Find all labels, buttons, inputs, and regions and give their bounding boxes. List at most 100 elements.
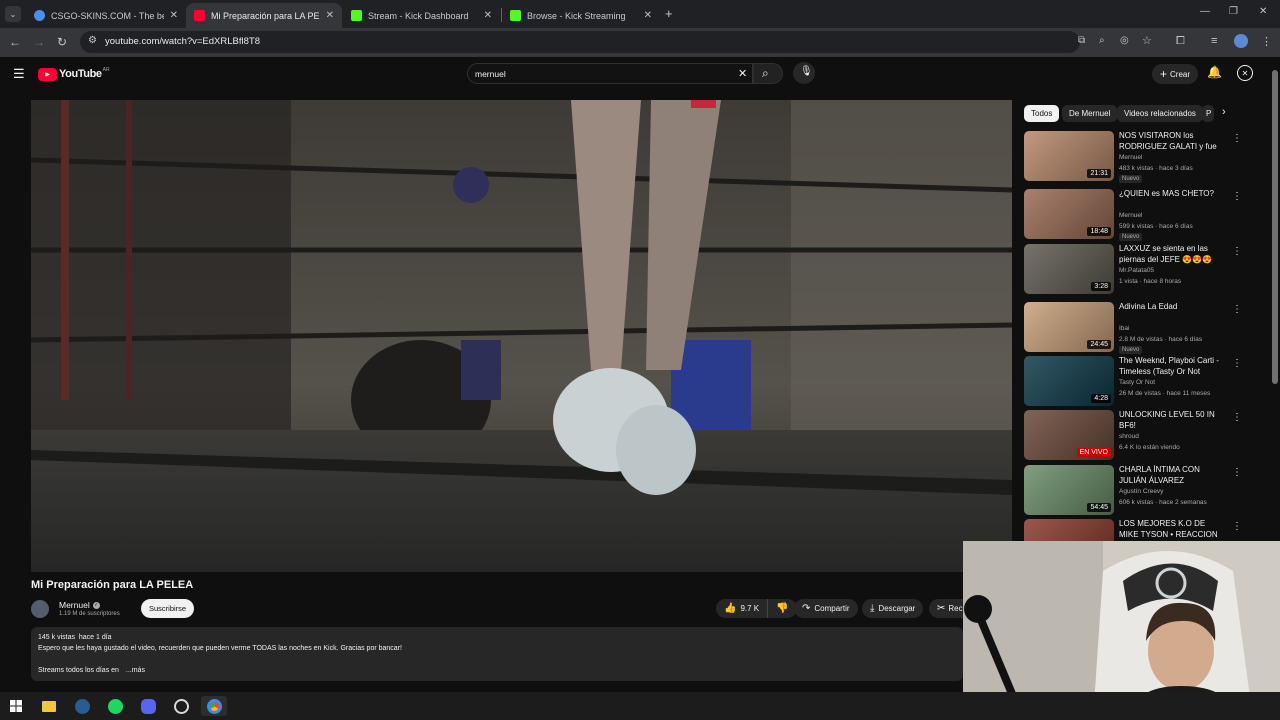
forward-arrow-icon[interactable]: → — [33, 35, 45, 49]
close-icon[interactable]: ✕ — [170, 10, 178, 21]
recommendation-channel[interactable]: Mernuel — [1119, 154, 1142, 161]
site-info-icon[interactable]: ⚙ — [88, 35, 97, 46]
recommendation-item[interactable]: 21:31 NOS VISITARON los RODRIGUEZ GALATI … — [1024, 131, 1264, 183]
notifications-bell-icon[interactable]: 🔔 — [1207, 65, 1222, 79]
spotify-icon[interactable] — [105, 696, 125, 716]
recommendation-channel[interactable]: Ibai — [1119, 325, 1129, 332]
chevron-right-icon[interactable]: › — [1222, 106, 1226, 118]
install-app-icon[interactable]: ⧉ — [1078, 35, 1085, 46]
close-icon[interactable]: ✕ — [484, 10, 492, 21]
browser-tab-4[interactable]: Browse - Kick Streaming ✕ — [502, 3, 660, 28]
recommendation-thumbnail[interactable]: EN VIVO — [1024, 410, 1114, 460]
voice-search-button[interactable]: 🎙 — [793, 62, 815, 84]
recommendation-channel[interactable]: Mernuel — [1119, 212, 1142, 219]
chrome-icon[interactable] — [201, 696, 227, 716]
close-icon[interactable]: ✕ — [326, 10, 334, 21]
extensions-icon[interactable]: ⧠ — [1176, 35, 1185, 48]
search-input[interactable]: mernuel ✕ — [467, 63, 753, 84]
chip-todos[interactable]: Todos — [1024, 105, 1060, 122]
verified-check-icon: ✓ — [92, 601, 100, 609]
recommendation-thumbnail[interactable]: 3:28 — [1024, 244, 1114, 294]
hamburger-menu-icon[interactable]: ☰ — [13, 66, 25, 82]
recommendation-channel[interactable]: Tasty Or Not — [1119, 379, 1155, 386]
chip-videos-relacionados[interactable]: Videos relacionados — [1117, 105, 1203, 122]
minimize-icon[interactable]: — — [1200, 6, 1210, 17]
page-scrollbar-thumb[interactable] — [1272, 70, 1278, 384]
recommendation-title[interactable]: UNLOCKING LEVEL 50 IN BF6! — [1119, 410, 1219, 431]
recommendation-thumbnail[interactable]: 4:28 — [1024, 356, 1114, 406]
close-icon[interactable]: ✕ — [644, 10, 652, 21]
browser-tab-2[interactable]: Mi Preparación para LA PELEA ✕ — [186, 3, 342, 28]
more-options-icon[interactable]: ⋮ — [1232, 133, 1242, 144]
reload-icon[interactable]: ↻ — [57, 35, 67, 49]
logo-text: YouTube — [59, 68, 102, 80]
chip-de-mernuel[interactable]: De Mernuel — [1062, 105, 1118, 122]
more-options-icon[interactable]: ⋮ — [1232, 521, 1242, 532]
account-avatar[interactable]: ✕ — [1237, 65, 1253, 81]
recommendation-item[interactable]: 54:45 CHARLA ÍNTIMA CON JULIÁN ÁLVAREZ Agu… — [1024, 465, 1264, 517]
clear-search-icon[interactable]: ✕ — [738, 67, 747, 80]
browser-tab-3[interactable]: Stream - Kick Dashboard ✕ — [343, 3, 500, 28]
more-options-icon[interactable]: ⋮ — [1232, 246, 1242, 257]
profile-avatar[interactable] — [1234, 34, 1248, 48]
windows-start-icon[interactable] — [6, 696, 26, 716]
eye-off-icon[interactable]: ◎ — [1120, 35, 1129, 46]
more-options-icon[interactable]: ⋮ — [1232, 467, 1242, 478]
more-options-icon[interactable]: ⋮ — [1232, 412, 1242, 423]
subscribe-button[interactable]: Suscribirse — [141, 599, 195, 618]
recommendation-item[interactable]: 24:45 Adivina La Edad Ibai 2.8 M de vistas … — [1024, 302, 1264, 354]
dislike-button[interactable]: 👎 — [768, 599, 796, 618]
restore-icon[interactable]: ❐ — [1229, 6, 1238, 17]
create-button[interactable]: + Crear — [1152, 64, 1199, 84]
recommendation-item[interactable]: 3:28 LAXXUZ se sienta en las piernas del … — [1024, 244, 1264, 296]
recommendation-title[interactable]: NOS VISITARON los RODRIGUEZ GALATI y fue… — [1119, 131, 1219, 152]
clip-button[interactable]: ✂ Rec — [929, 599, 963, 618]
new-tab-button[interactable]: + — [665, 6, 673, 21]
back-arrow-icon[interactable]: ← — [9, 35, 21, 49]
plus-icon: + — [1160, 67, 1168, 81]
recommendation-thumbnail[interactable]: 54:45 — [1024, 465, 1114, 515]
discord-icon[interactable] — [138, 696, 158, 716]
address-bar[interactable]: ⚙ youtube.com/watch?v=EdXRLBfl8T8 ⧉ ⌕ ◎ … — [80, 31, 1152, 53]
url-text: youtube.com/watch?v=EdXRLBfl8T8 — [105, 36, 260, 47]
recommendation-channel[interactable]: Agustín Creevy — [1119, 488, 1163, 495]
tab-search-button[interactable]: ⌄ — [5, 6, 21, 22]
more-options-icon[interactable]: ⋮ — [1232, 191, 1242, 202]
file-explorer-icon[interactable] — [39, 696, 59, 716]
chip-partial[interactable]: P — [1202, 105, 1214, 122]
recommendation-thumbnail[interactable]: 18:48 — [1024, 189, 1114, 239]
recommendation-thumbnail[interactable]: 21:31 — [1024, 131, 1114, 181]
steam-icon[interactable] — [72, 696, 92, 716]
recommendation-item[interactable]: EN VIVO UNLOCKING LEVEL 50 IN BF6! shroud 6… — [1024, 410, 1264, 462]
recommendation-item[interactable]: 18:48 ¿QUIEN es MAS CHETO? Mernuel 599 k vi… — [1024, 189, 1264, 241]
search-button[interactable]: ⌕ — [753, 63, 783, 84]
recommendation-title[interactable]: CHARLA ÍNTIMA CON JULIÁN ÁLVAREZ — [1119, 465, 1219, 486]
bookmark-star-icon[interactable]: ☆ — [1142, 34, 1152, 47]
recommendation-title[interactable]: The Weeknd, Playboi Carti - Timeless (Ta… — [1119, 356, 1219, 377]
description-box[interactable]: 145 k vistas hace 1 día Espero que les h… — [31, 627, 963, 681]
recommendation-title[interactable]: Adivina La Edad — [1119, 302, 1219, 313]
browser-tab-1[interactable]: CSGO-SKINS.COM - The best C ✕ — [26, 3, 186, 28]
recommendation-channel[interactable]: Mr.Patata05 — [1119, 267, 1154, 274]
recommendation-title[interactable]: LAXXUZ se sienta en las piernas del JEFE… — [1119, 244, 1219, 265]
more-options-icon[interactable]: ⋮ — [1232, 358, 1242, 369]
media-control-icon[interactable]: ≡ — [1211, 35, 1217, 47]
recommendation-title[interactable]: LOS MEJORES K.O DE MIKE TYSON • REACCION… — [1119, 519, 1219, 540]
more-options-icon[interactable]: ⋮ — [1232, 304, 1242, 315]
youtube-logo[interactable]: ▶ YouTube AR — [38, 67, 110, 81]
like-button[interactable]: 👍 9.7 K — [716, 599, 769, 618]
obs-studio-icon[interactable] — [171, 696, 191, 716]
recommendation-channel[interactable]: shroud — [1119, 433, 1139, 440]
download-button[interactable]: ⤓ Descargar — [862, 599, 924, 618]
channel-name[interactable]: Mernuel ✓ — [59, 600, 100, 610]
recommendation-item[interactable]: 4:28 The Weeknd, Playboi Carti - Timeless… — [1024, 356, 1264, 408]
menu-kebab-icon[interactable]: ⋮ — [1261, 35, 1272, 48]
share-button[interactable]: ↷ Compartir — [794, 599, 858, 618]
zoom-icon[interactable]: ⌕ — [1099, 35, 1105, 46]
recommendation-thumbnail[interactable]: 24:45 — [1024, 302, 1114, 352]
video-player[interactable] — [31, 100, 1012, 572]
show-more-link[interactable]: ...más — [126, 667, 145, 674]
channel-avatar[interactable] — [31, 600, 49, 618]
close-window-icon[interactable]: ✕ — [1259, 6, 1267, 17]
recommendation-title[interactable]: ¿QUIEN es MAS CHETO? — [1119, 189, 1219, 200]
